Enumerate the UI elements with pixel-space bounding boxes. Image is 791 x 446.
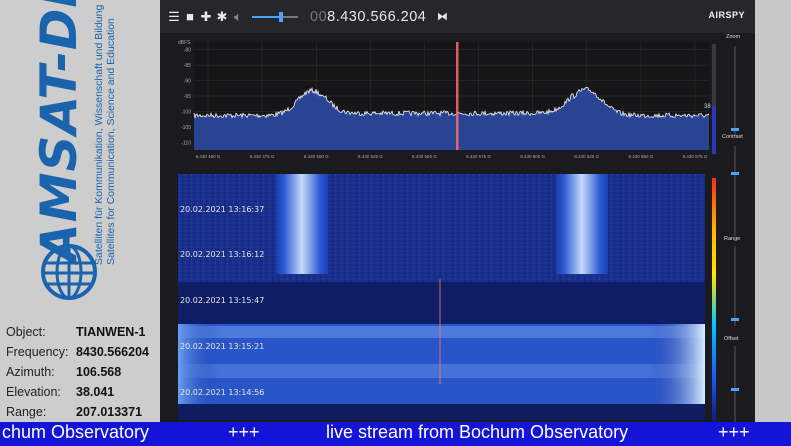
range-label: Range: (6, 405, 47, 419)
add-icon[interactable]: ✚ (198, 9, 214, 25)
spectrum-x-tick: 8.430 475 G (250, 154, 275, 159)
waterfall-timestamp: 20.02.2021 13:15:21 (180, 342, 265, 351)
screen: AMSAT-DL Satelliten für Kommunikation, W… (0, 0, 791, 446)
offset-label: Offset (724, 336, 739, 342)
waterfall-timestamp: 20.02.2021 13:16:37 (180, 205, 265, 214)
mute-icon[interactable]: 🔈︎ (230, 9, 246, 25)
spectrum-canvas: -80 -85 -90 -95 -100 -105 -110 dBFS 8.430 450 G 8… (178, 40, 709, 159)
spectrum-y-tick: -95 (184, 94, 191, 100)
amsat-panel: AMSAT-DL Satelliten für Kommunikation, W… (0, 0, 160, 422)
spectrum-x-tick: 8.430 675 G (683, 154, 708, 159)
spectrum-x-tick: 8.430 650 G (628, 154, 653, 159)
bowtie-icon[interactable]: ⧓ (434, 10, 450, 23)
contrast-label: Contrast (722, 134, 743, 140)
volume-fill (252, 15, 281, 18)
volume-slider[interactable] (252, 10, 298, 24)
range-value: 207.013371 (76, 405, 143, 419)
spectrum-y-tick: -110 (181, 140, 191, 146)
settings-icon[interactable]: ✱ (214, 9, 230, 25)
frequency-display[interactable]: 008.430.566.204 (310, 9, 426, 25)
spectrum-x-tick: 8.430 625 G (574, 154, 599, 159)
spectrum-y-tick: -90 (184, 79, 191, 85)
object-value: TIANWEN-1 (76, 325, 146, 339)
elevation-value: 38.041 (76, 385, 115, 399)
spectrum-y-tick: -105 (181, 125, 191, 131)
waterfall-display[interactable]: 20.02.2021 13:16:37 20.02.2021 13:16:12 … (178, 174, 705, 420)
zoom-label: Zoom (726, 34, 741, 40)
object-label: Object: (6, 325, 46, 339)
waterfall-timestamp: 20.02.2021 13:14:56 (180, 388, 265, 397)
news-ticker: chum Observatory +++ live stream from Bo… (0, 422, 791, 446)
tuning-marker (456, 42, 459, 150)
azimuth-label: Azimuth: (6, 365, 55, 379)
spectrum-y-tick: -85 (184, 63, 191, 69)
spectrum-x-tick: 8.430 525 G (358, 154, 383, 159)
azimuth-value: 106.568 (76, 365, 122, 379)
spectrum-x-tick: 8.430 600 G (520, 154, 545, 159)
info-row-range: Range: 207.013371 (6, 402, 149, 422)
satellite-info: Object: TIANWEN-1 Frequency: 8430.566204… (6, 322, 149, 422)
amsat-subtitle-german: Satelliten für Kommunikation, Wissenscha… (93, 4, 105, 265)
sidebar-canvas (712, 44, 739, 422)
right-margin (755, 0, 791, 422)
spectrum-plot[interactable]: -80 -85 -90 -95 -100 -105 -110 dBFS 8.430 450 G 8… (176, 36, 709, 164)
info-row-frequency: Frequency: 8430.566204 (6, 342, 149, 362)
ticker-separator: +++ (228, 422, 260, 442)
info-row-elevation: Elevation: 38.041 (6, 382, 149, 402)
frequency-leading-zeros: 00 (310, 8, 328, 25)
frequency-value: 8430.566204 (76, 345, 149, 359)
volume-knob[interactable] (278, 11, 283, 22)
level-readout: 38 (704, 104, 711, 110)
ticker-segment: live stream from Bochum Observatory (326, 422, 629, 442)
sdr-window: ☰ ■ ✚ ✱ 🔈︎ 008.430.566.204 ⧓ AIRSPY -80-… (160, 0, 755, 422)
spectrum-x-tick: 8.430 550 G (412, 154, 437, 159)
ticker-separator: +++ (718, 422, 750, 442)
info-row-azimuth: Azimuth: 106.568 (6, 362, 149, 382)
waterfall-timestamp: 20.02.2021 13:15:47 (180, 296, 265, 305)
toolbar: ☰ ■ ✚ ✱ 🔈︎ 008.430.566.204 ⧓ AIRSPY (160, 0, 755, 33)
stop-icon[interactable]: ■ (182, 9, 198, 24)
frequency-label: Frequency: (6, 345, 69, 359)
spectrum-x-tick: 8.430 450 G (196, 154, 221, 159)
display-controls-sidebar: Zoom Contrast Range Offset 38 (704, 34, 755, 422)
elevation-label: Elevation: (6, 385, 61, 399)
spectrum-y-tick: -80 (184, 48, 191, 54)
spectrum-x-tick: 8.430 500 G (304, 154, 329, 159)
info-row-object: Object: TIANWEN-1 (6, 322, 149, 342)
range-slider-label: Range (724, 236, 741, 242)
airspy-logo: AIRSPY (708, 10, 745, 20)
spectrum-y-tick: -100 (181, 109, 191, 115)
globe-icon (41, 244, 97, 300)
spectrum-unit-label: dBFS (178, 40, 191, 46)
ticker-segment: chum Observatory (2, 422, 150, 442)
amsat-logo-wordmark: AMSAT-DL (30, 0, 88, 262)
spectrum-x-tick: 8.430 575 G (466, 154, 491, 159)
waterfall-timestamp: 20.02.2021 13:16:12 (180, 250, 265, 259)
frequency-digits: 8.430.566.204 (327, 8, 427, 25)
menu-icon[interactable]: ☰ (166, 9, 182, 25)
amsat-subtitle-english: Satellites for Communication, Science an… (105, 18, 117, 265)
